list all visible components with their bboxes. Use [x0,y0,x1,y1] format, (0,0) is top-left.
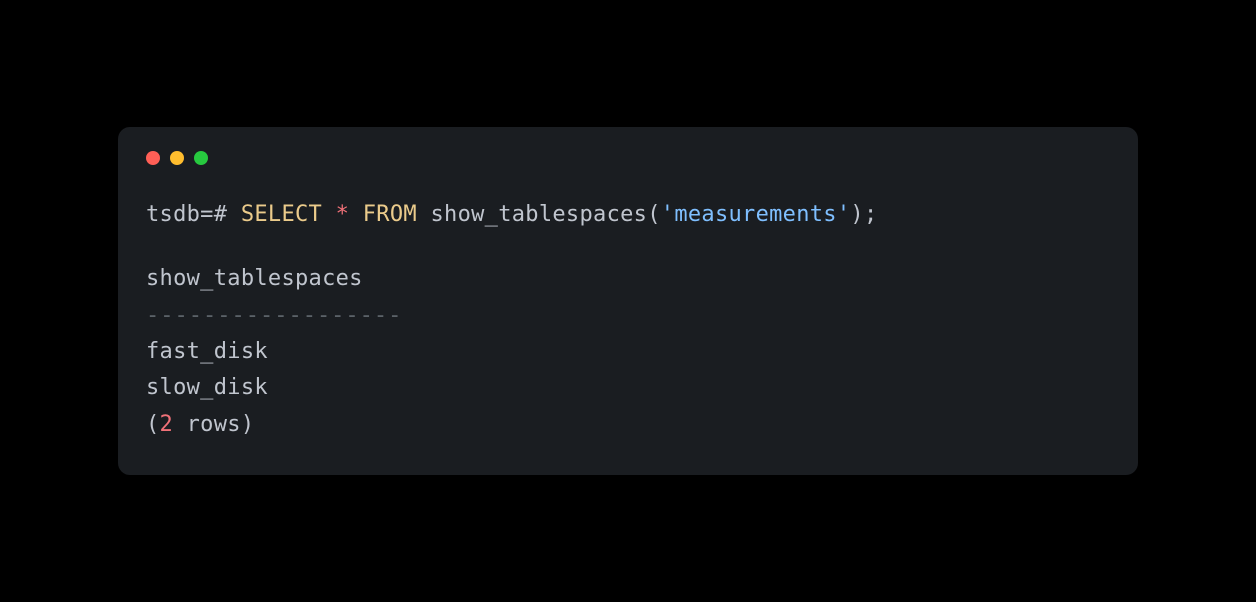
row-count: 2 [160,412,174,437]
keyword-from: FROM [363,202,417,227]
close-paren: ) [850,202,864,227]
operator-star: * [336,202,350,227]
minimize-icon[interactable] [170,151,184,165]
column-header: show_tablespaces [146,261,1110,297]
terminal-window: tsdb=# SELECT * FROM show_tablespaces('m… [118,127,1138,475]
function-name: show_tablespaces [430,202,647,227]
window-controls [146,151,1110,165]
footer-text: rows [173,412,241,437]
string-argument: measurements [674,202,837,227]
result-footer: (2 rows) [146,407,1110,443]
quote-close: ' [837,202,851,227]
prompt: tsdb=# [146,202,241,227]
result-row: fast_disk [146,334,1110,370]
footer-open: ( [146,412,160,437]
open-paren: ( [647,202,661,227]
footer-close: ) [241,412,255,437]
quote-open: ' [661,202,675,227]
keyword-select: SELECT [241,202,322,227]
semicolon: ; [864,202,878,227]
query-line: tsdb=# SELECT * FROM show_tablespaces('m… [146,197,1110,233]
close-icon[interactable] [146,151,160,165]
result-row: slow_disk [146,370,1110,406]
terminal-content: tsdb=# SELECT * FROM show_tablespaces('m… [146,197,1110,443]
maximize-icon[interactable] [194,151,208,165]
result-divider: ------------------ [146,298,1110,334]
